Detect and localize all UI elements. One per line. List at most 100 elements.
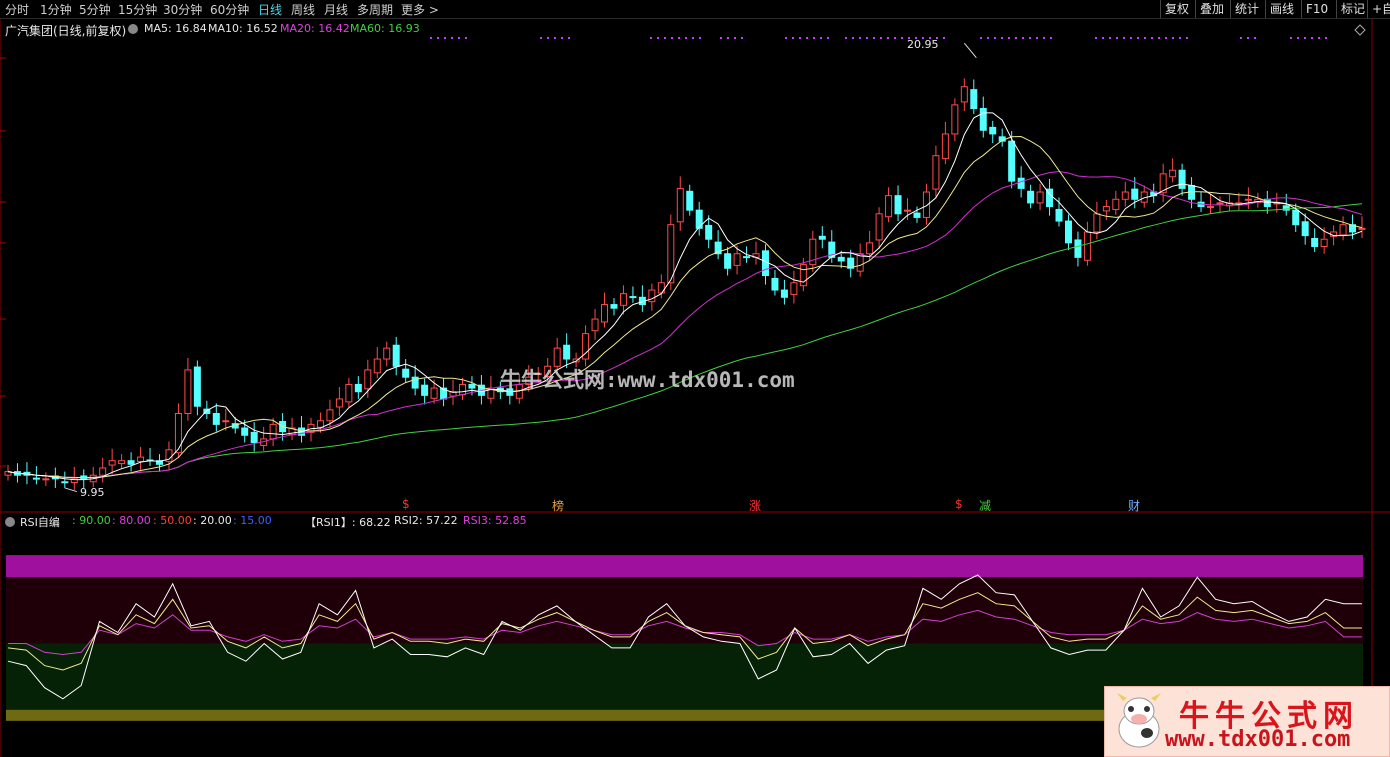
signal-dot [1254, 37, 1256, 39]
watermark-text: 牛牛公式网:www.tdx001.com [500, 368, 795, 392]
signal-dot [943, 37, 945, 39]
candle-body [1112, 198, 1120, 210]
candle-body [1320, 238, 1328, 247]
candle-body [733, 253, 741, 266]
period-tab-2[interactable]: 5分钟 [79, 1, 111, 18]
candle-body [1301, 221, 1309, 237]
signal-dot [785, 37, 787, 39]
candle-body [32, 477, 40, 480]
signal-dot [799, 37, 801, 39]
signal-dot [1304, 37, 1306, 39]
toolbar-button-4[interactable]: F10 [1301, 0, 1332, 18]
signal-dot [1109, 37, 1111, 39]
signal-dot [465, 37, 467, 39]
ma-label-2: MA20: 16.42 [280, 22, 350, 35]
ma5-line [7, 112, 1363, 481]
logo-url: www.tdx001.com [1165, 727, 1351, 752]
candle-body [1207, 206, 1215, 209]
rsi-settings-icon [5, 517, 15, 527]
rsi-value-1: RSI2: 57.22 [394, 514, 458, 527]
toolbar-button-6[interactable]: +自 [1367, 0, 1390, 18]
signal-dot [866, 37, 868, 39]
period-tab-6[interactable]: 日线 [258, 1, 282, 18]
signal-dot [1144, 37, 1146, 39]
candle-body [137, 456, 145, 462]
signal-dot [554, 37, 556, 39]
event-marker-1: 榜 [552, 499, 565, 513]
candle-body [421, 384, 429, 396]
candle-body [1064, 220, 1072, 244]
candle-body [354, 383, 362, 393]
signal-dot [727, 37, 729, 39]
candle-body [127, 460, 135, 465]
period-tab-5[interactable]: 60分钟 [210, 1, 249, 18]
signal-dot [845, 37, 847, 39]
signal-dot [1172, 37, 1174, 39]
candle-body [686, 190, 694, 211]
signal-dot [1008, 37, 1010, 39]
signal-dot [685, 37, 687, 39]
period-tab-7[interactable]: 周线 [291, 1, 315, 18]
rsi-value-0: 【RSI1】: 68.22 [305, 516, 391, 529]
candle-body [724, 253, 732, 269]
candle-body [837, 256, 845, 262]
signal-dot [792, 37, 794, 39]
candle-body [601, 304, 609, 323]
candle-body [1055, 208, 1063, 222]
candle-body [42, 478, 50, 481]
candle-body [610, 304, 618, 309]
signal-dot [1151, 37, 1153, 39]
candle-body [913, 212, 921, 218]
cow-mascot-icon [1117, 693, 1161, 748]
candle-body [619, 293, 627, 306]
candle-body [563, 344, 571, 360]
signal-dot [1116, 37, 1118, 39]
toolbar-button-0[interactable]: 复权 [1160, 0, 1193, 18]
candle-body [1131, 188, 1139, 200]
candle-body [402, 368, 410, 378]
candle-body [392, 344, 400, 367]
candle-body [184, 369, 192, 414]
period-tab-9[interactable]: 多周期 [357, 1, 393, 18]
signal-dot [1165, 37, 1167, 39]
period-tab-10[interactable]: 更多 > [401, 1, 439, 18]
candle-body [951, 104, 959, 135]
signal-dot [678, 37, 680, 39]
candle-body [629, 296, 637, 299]
candle-body [1008, 140, 1016, 182]
high-marker [963, 42, 977, 58]
signal-dot [980, 37, 982, 39]
signal-dot [887, 37, 889, 39]
event-marker-5: 财 [1128, 499, 1141, 513]
toolbar-button-1[interactable]: 叠加 [1195, 0, 1228, 18]
period-tab-0[interactable]: 分时 [5, 1, 29, 18]
candle-body [373, 358, 381, 374]
candle-body [591, 318, 599, 332]
event-marker-2: 涨 [749, 499, 762, 513]
candle-body [960, 86, 968, 103]
signal-dot [994, 37, 996, 39]
candle-body [316, 420, 324, 428]
toolbar-button-3[interactable]: 画线 [1265, 0, 1298, 18]
candle-body [1074, 239, 1082, 258]
candle-body [430, 387, 438, 399]
candle-body [1083, 231, 1091, 261]
ma60-line [7, 203, 1363, 479]
candle-body [1311, 237, 1319, 247]
candles-group [4, 78, 1366, 490]
rsi-level-3: : 20.00 [193, 514, 232, 527]
candle-body [1036, 191, 1044, 204]
signal-dot [458, 37, 460, 39]
candle-body [241, 427, 249, 436]
candle-body [771, 277, 779, 291]
toolbar-button-5[interactable]: 标记 [1336, 0, 1369, 18]
toolbar-button-2[interactable]: 统计 [1230, 0, 1263, 18]
period-tab-1[interactable]: 1分钟 [40, 1, 72, 18]
signal-dot [1179, 37, 1181, 39]
period-tab-8[interactable]: 月线 [324, 1, 348, 18]
candle-body [222, 420, 230, 423]
period-tab-4[interactable]: 30分钟 [163, 1, 202, 18]
signal-dot [1137, 37, 1139, 39]
signal-dots [430, 37, 1327, 39]
period-tab-3[interactable]: 15分钟 [118, 1, 157, 18]
